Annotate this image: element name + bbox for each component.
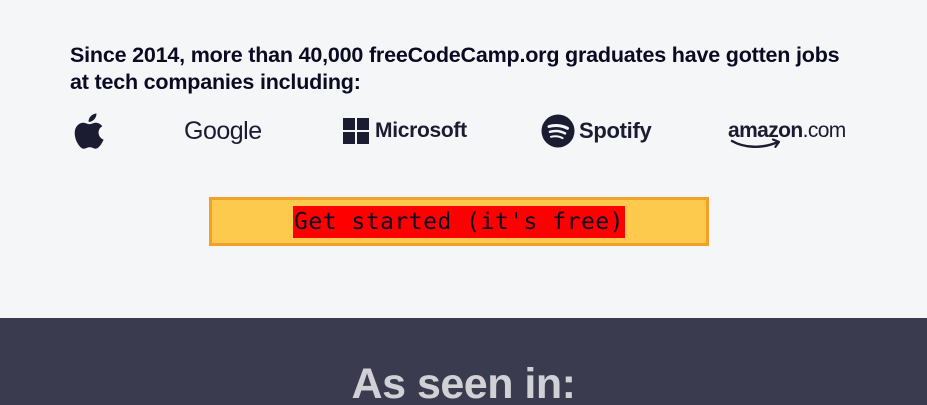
microsoft-logo-text: Microsoft: [375, 119, 467, 142]
get-started-button[interactable]: Get started (it's free): [209, 197, 709, 246]
google-logo: Google: [184, 108, 262, 154]
hero-section: Since 2014, more than 40,000 freeCodeCam…: [0, 0, 927, 318]
spotify-logo-text: Spotify: [579, 118, 652, 143]
microsoft-logo: Microsoft: [343, 108, 467, 154]
get-started-button-label: Get started (it's free): [293, 205, 625, 238]
apple-logo-icon: [74, 108, 106, 154]
google-logo-text: Google: [184, 116, 262, 145]
company-logos-row: Google Microsoft Spotify amazon.com: [70, 108, 850, 154]
spotify-icon: [541, 114, 575, 148]
graduates-intro-text: Since 2014, more than 40,000 freeCodeCam…: [70, 43, 840, 94]
as-seen-in-heading: As seen in:: [351, 360, 576, 405]
spotify-logo: Spotify: [541, 108, 652, 154]
as-seen-in-section: As seen in:: [0, 318, 927, 405]
amazon-logo: amazon.com: [728, 108, 846, 154]
amazon-smile-icon: [730, 138, 781, 148]
microsoft-windows-icon: [343, 118, 369, 144]
amazon-logo-suffix: .com: [802, 119, 847, 142]
page: Since 2014, more than 40,000 freeCodeCam…: [0, 0, 927, 405]
